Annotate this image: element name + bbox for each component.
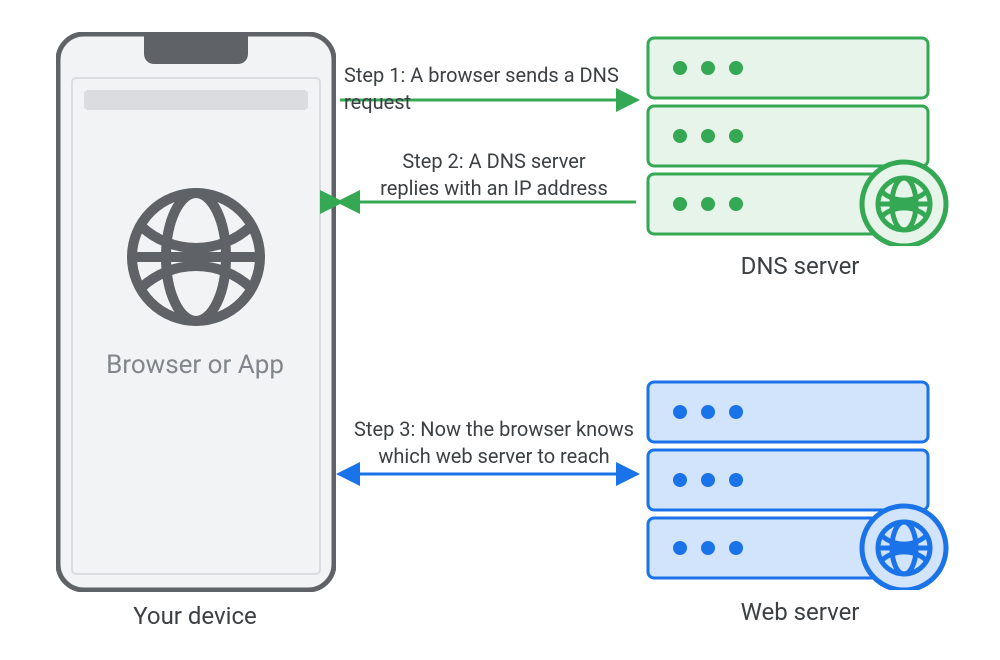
diagram-root: Browser or App Your device DNS server: [0, 0, 1000, 660]
dns-server-label: DNS server: [700, 252, 900, 280]
web-server-label: Web server: [700, 598, 900, 626]
device-caption: Your device: [100, 602, 290, 630]
step3-line2: which web server to reach: [378, 444, 609, 468]
step3-text: Step 3: Now the browser knows which web …: [344, 416, 644, 470]
app-label: Browser or App: [90, 350, 300, 380]
step3-line1: Step 3: Now the browser knows: [354, 417, 634, 441]
step2-line2: replies with an IP address: [380, 176, 608, 200]
step2-text: Step 2: A DNS server replies with an IP …: [344, 148, 644, 202]
step1-text: Step 1: A browser sends a DNS request: [344, 62, 644, 116]
dns-globe-icon: [862, 162, 946, 246]
dns-server-stack: [646, 36, 956, 246]
phone-device: [56, 32, 336, 592]
web-server-stack: [646, 380, 956, 590]
web-globe-icon: [862, 506, 946, 590]
step2-line1: Step 2: A DNS server: [402, 149, 585, 173]
